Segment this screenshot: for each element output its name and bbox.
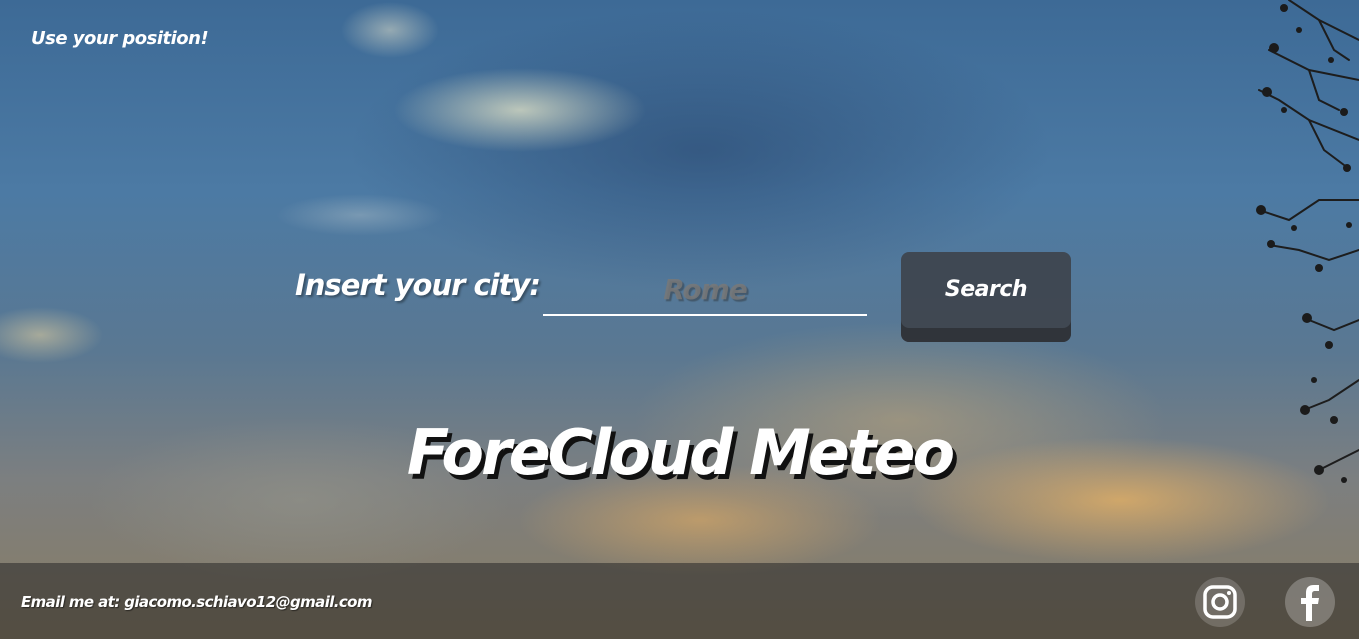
email-prefix: Email me at: [21, 593, 120, 611]
city-input[interactable] [543, 264, 867, 316]
facebook-icon [1301, 585, 1319, 621]
city-input-label: Insert your city: [295, 268, 541, 302]
page-background: Use your position! Insert your city: Sea… [0, 0, 1359, 639]
city-search-form: Insert your city: Search [295, 252, 1075, 342]
facebook-button[interactable] [1285, 577, 1335, 627]
footer-email: Email me at: giacomo.schiavo12@gmail.com [21, 593, 373, 611]
instagram-button[interactable] [1195, 577, 1245, 627]
instagram-icon [1203, 585, 1237, 619]
footer: Email me at: giacomo.schiavo12@gmail.com [0, 563, 1359, 639]
use-position-link[interactable]: Use your position! [31, 28, 209, 49]
search-button[interactable]: Search [901, 252, 1071, 342]
brand-title: ForeCloud Meteo [406, 416, 955, 489]
email-address-link[interactable]: giacomo.schiavo12@gmail.com [124, 593, 372, 611]
